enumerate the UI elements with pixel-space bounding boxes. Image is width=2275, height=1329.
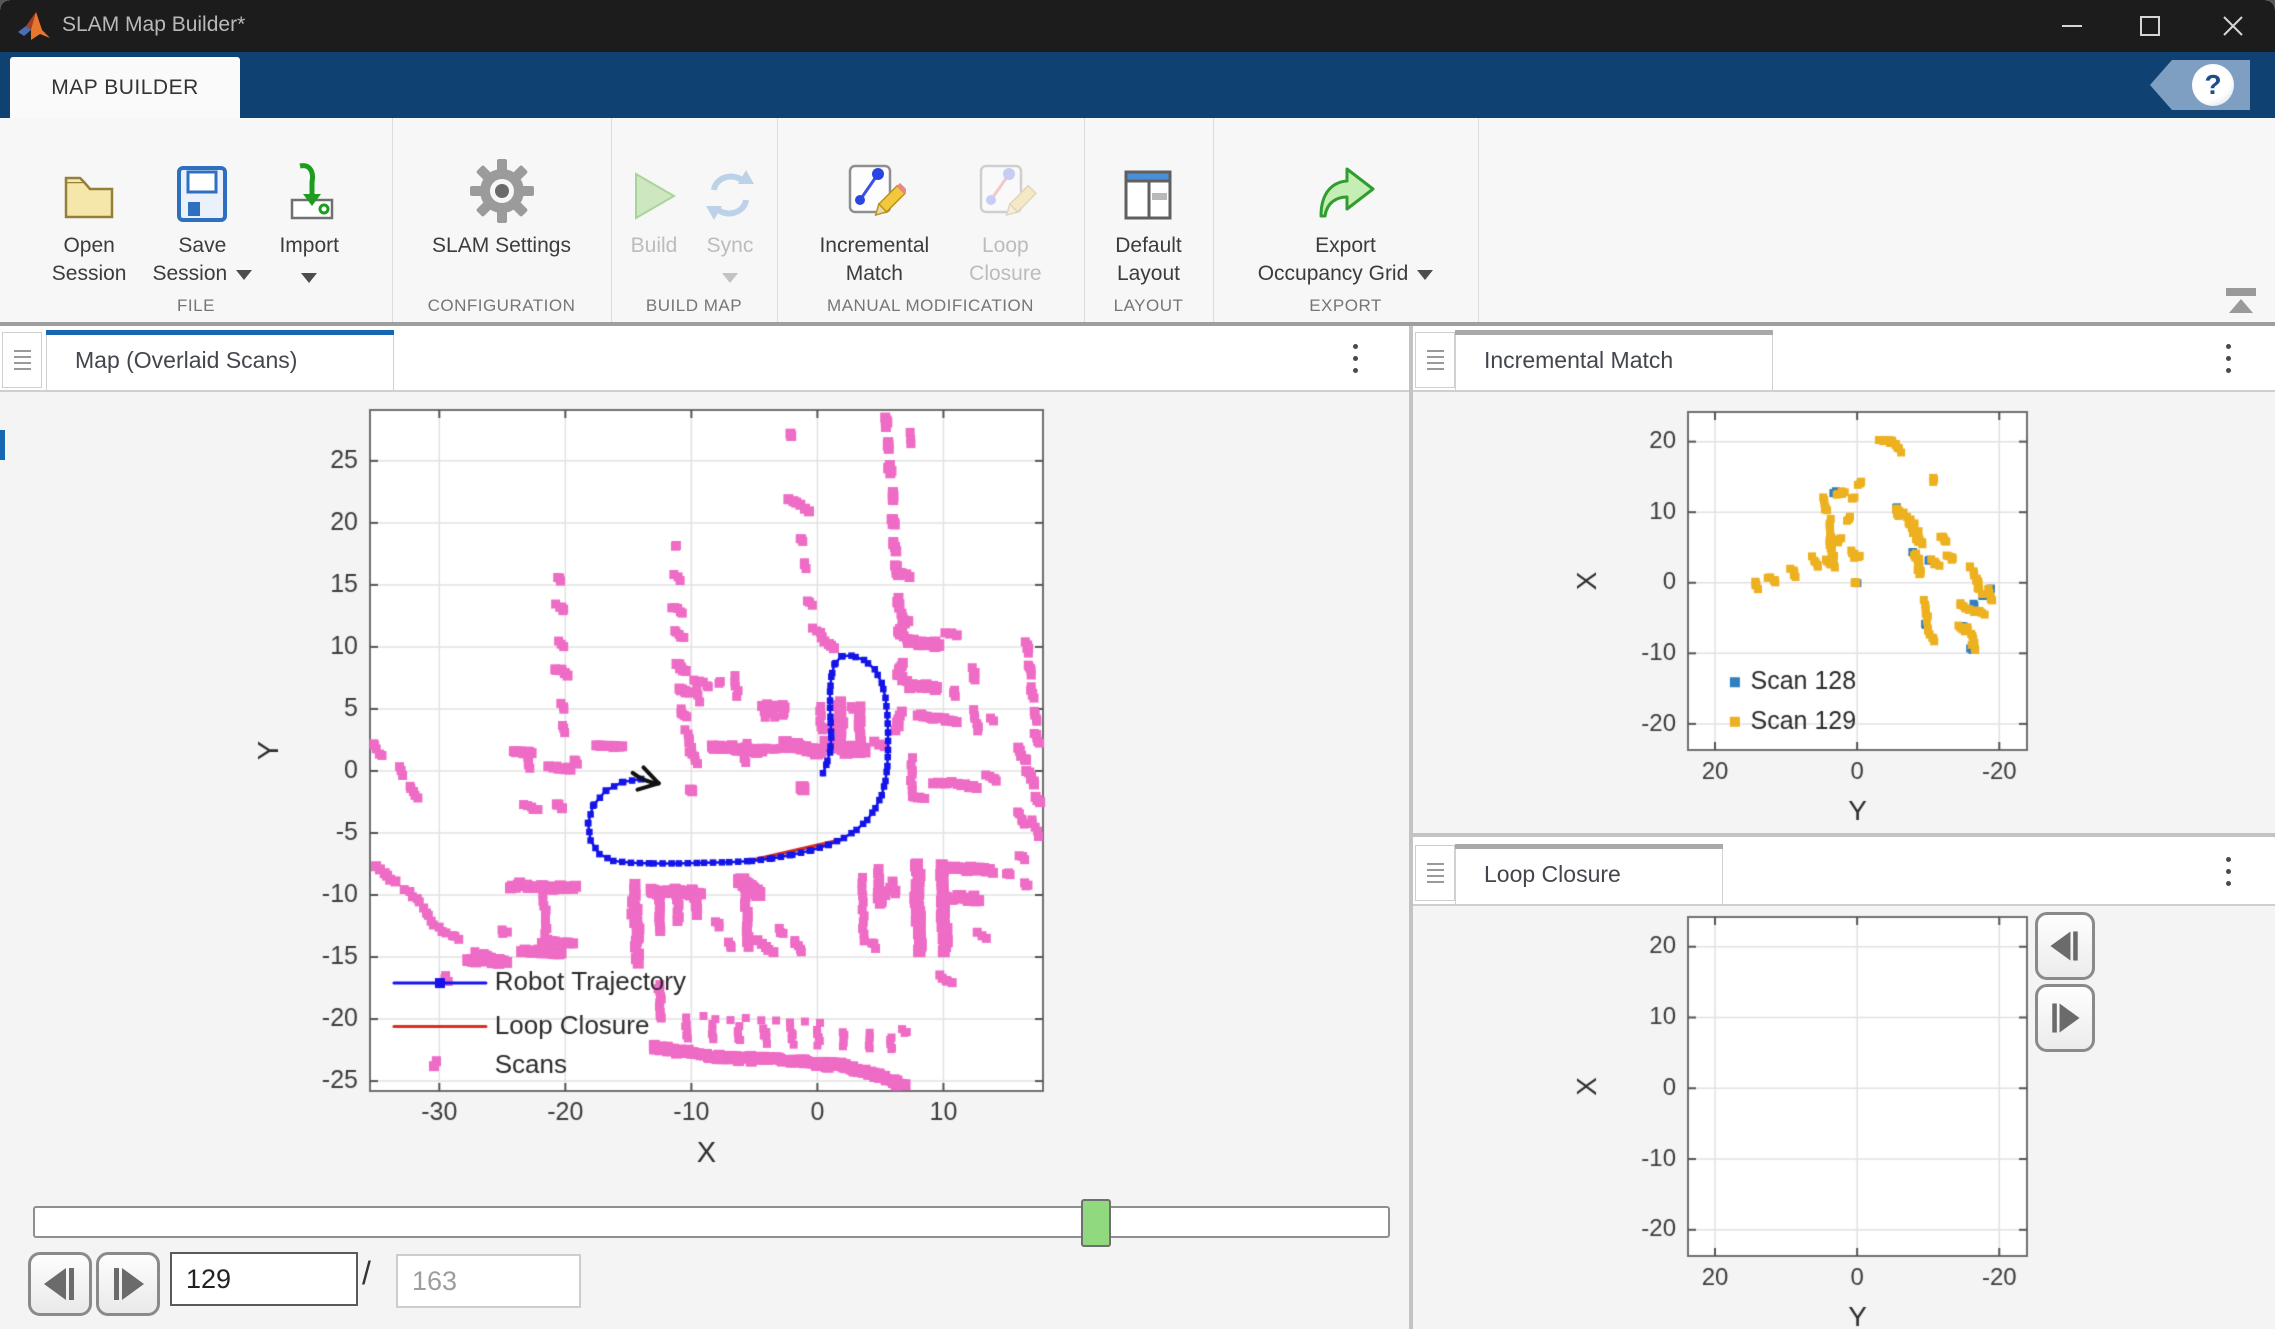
incremental-match-button[interactable]: IncrementalMatch [819,128,929,289]
export-occupancy-grid-button[interactable]: ExportOccupancy Grid [1258,128,1434,289]
incremental-panel-title: Incremental Match [1484,347,1673,374]
map-panel-title: Map (Overlaid Scans) [75,347,297,374]
loop-panel-header: Loop Closure [1413,837,2275,906]
active-tab-stripe [46,330,394,335]
section-label-file: FILE [0,296,392,316]
loop-panel-menu-button[interactable] [2213,846,2243,896]
dropdown-arrow-icon [301,273,317,283]
section-layout: DefaultLayout LAYOUT [1084,118,1214,322]
dropdown-arrow-icon [722,273,738,283]
question-mark-icon: ? [2192,64,2234,106]
step-back-icon [38,1264,82,1304]
loop-panel-grip[interactable] [1415,845,1455,901]
collapse-ribbon-button[interactable] [2222,286,2262,316]
dropdown-arrow-icon [1417,270,1433,280]
step-forward-icon [2045,999,2085,1037]
edit-loop-icon [973,128,1037,224]
incremental-plot-canvas[interactable] [1413,392,2275,833]
tab-loop-closure[interactable]: Loop Closure [1455,844,1723,904]
section-label-configuration: CONFIGURATION [392,296,611,316]
section-label-build-map: BUILD MAP [611,296,777,316]
next-scan-button[interactable] [96,1252,160,1316]
title-bar: SLAM Map Builder* [0,0,2275,52]
inactive-tab-stripe [1455,330,1773,335]
section-export: ExportOccupancy Grid EXPORT [1213,118,1479,322]
minimize-button[interactable] [2041,0,2103,52]
section-label-layout: LAYOUT [1084,296,1213,316]
step-back-icon [2045,927,2085,965]
window-title: SLAM Map Builder* [62,13,245,37]
slam-settings-button[interactable]: SLAM Settings [432,128,571,260]
save-session-button[interactable]: SaveSession [153,128,253,289]
incremental-panel-grip[interactable] [1415,332,1455,388]
folder-icon [58,128,120,224]
tab-map-builder[interactable]: MAP BUILDER [10,57,240,118]
scan-slider-track[interactable] [33,1206,1390,1238]
sync-button: Sync [700,128,760,289]
loop-next-button[interactable] [2035,984,2095,1052]
map-panel-header: Map (Overlaid Scans) [0,326,1409,392]
maximize-button[interactable] [2119,0,2181,52]
section-label-export: EXPORT [1213,296,1478,316]
tab-incremental-match[interactable]: Incremental Match [1455,330,1773,390]
toolstrip: OpenSession SaveSession Import FILE [0,118,2275,324]
docked-panel-edge [0,430,5,460]
layout-icon [1119,128,1177,224]
loop-previous-button[interactable] [2035,912,2095,980]
open-session-button[interactable]: OpenSession [52,128,127,289]
help-button[interactable]: ? [2150,60,2250,110]
section-build-map: Build Sync BUILD MAP [611,118,778,322]
current-frame-input[interactable] [170,1252,358,1306]
loop-closure-button: LoopClosure [969,128,1041,289]
section-label-manual-modification: MANUAL MODIFICATION [777,296,1084,316]
close-button[interactable] [2202,0,2264,52]
sync-icon [700,128,760,224]
build-button: Build [628,128,680,260]
map-plot-canvas[interactable] [0,392,1409,1192]
import-button[interactable]: Import [278,128,340,289]
section-configuration: SLAM Settings CONFIGURATION [392,118,612,322]
incremental-panel-menu-button[interactable] [2213,333,2243,383]
edit-match-icon [842,128,906,224]
matlab-logo-icon [16,10,52,44]
map-panel-grip[interactable] [2,332,42,388]
dropdown-arrow-icon [236,270,252,280]
section-file: OpenSession SaveSession Import FILE [0,118,393,322]
map-panel-menu-button[interactable] [1340,333,1370,383]
scan-slider-thumb[interactable] [1081,1199,1111,1247]
ribbon-strip: MAP BUILDER ? [0,52,2275,118]
import-icon [278,128,340,224]
inactive-tab-stripe [1455,844,1723,849]
save-icon [173,128,231,224]
play-icon [628,128,680,224]
tab-map-overlaid-scans[interactable]: Map (Overlaid Scans) [46,330,394,390]
default-layout-button[interactable]: DefaultLayout [1115,128,1182,289]
slam-map-builder-window: SLAM Map Builder* MAP BUILDER ? OpenSess… [0,0,2275,1329]
gear-icon [469,128,535,224]
frame-separator: / [362,1255,371,1292]
incremental-panel-header: Incremental Match [1413,326,2275,392]
loop-plot-canvas[interactable] [1413,906,2275,1329]
step-forward-icon [106,1264,150,1304]
section-manual-modification: IncrementalMatch LoopClosure MANUAL MODI… [777,118,1085,322]
export-arrow-icon [1313,128,1379,224]
previous-scan-button[interactable] [28,1252,92,1316]
total-frames-input [396,1254,581,1308]
loop-panel-title: Loop Closure [1484,861,1621,888]
